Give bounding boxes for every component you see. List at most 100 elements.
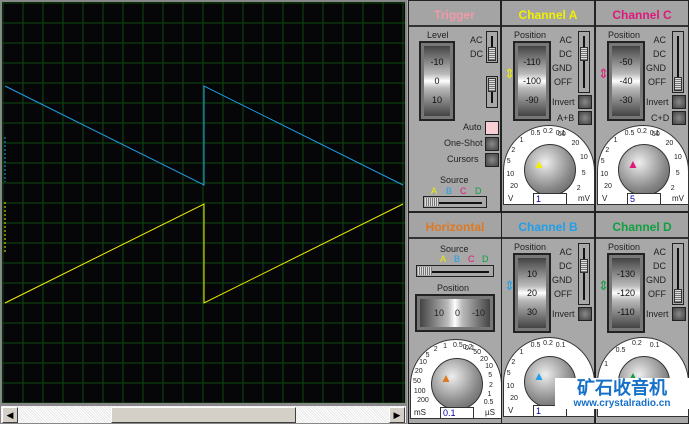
source-c: C (460, 186, 467, 196)
tick: -120 (616, 288, 635, 298)
channel_d-title: Channel D (596, 213, 688, 239)
coupling-label: GND (646, 275, 666, 285)
tick: -100 (522, 76, 541, 86)
dial-label: 20 (510, 183, 518, 191)
channel_a-scale-dial[interactable]: 20 10 5 2 1 0.5 0.2 0.1 50 20 10 5 2 ▲ VmV 1 (503, 125, 595, 205)
channel_c-position-drum[interactable]: -50 -40 -30 (607, 41, 645, 121)
dial-label: 0.5 (483, 399, 494, 407)
trigger-title: Trigger (409, 1, 500, 27)
trigger-edge-switch[interactable] (486, 76, 498, 108)
source-label: Source (440, 175, 469, 185)
watermark: 矿石收音机 www.crystalradio.cn (555, 378, 689, 409)
dial-label: 20 (665, 139, 674, 147)
channel_a-knob[interactable]: ▲ (524, 144, 576, 196)
scroll-left-button[interactable]: ◀ (2, 407, 18, 423)
channel_b-position-drum[interactable]: 10 20 30 (513, 253, 551, 333)
channel_a-position-drum[interactable]: -110 -100 -90 (513, 41, 551, 121)
position-label: Position (437, 283, 470, 293)
dial-label: 0.2 (543, 340, 553, 347)
dial-label: 0.5 (452, 342, 463, 350)
horizontal-source-slider[interactable] (416, 265, 494, 277)
dial-label: 0.1 (649, 341, 660, 349)
coupling-label: AC (559, 35, 572, 45)
scroll-right-button[interactable]: ▶ (389, 407, 405, 423)
watermark-title: 矿石收音机 (577, 378, 667, 398)
invert-button[interactable] (578, 307, 592, 321)
knob-pointer-icon: ▲ (440, 371, 452, 385)
channel_d-position-drum[interactable]: -130 -120 -110 (607, 253, 645, 333)
dial-label: 1 (519, 136, 524, 144)
invert-label: Invert (552, 97, 575, 107)
tick: 0 (434, 76, 440, 86)
dial-label: 50 (651, 130, 660, 138)
dial-label: 50 (557, 130, 566, 138)
invert-label: Invert (646, 97, 669, 107)
invert-label: Invert (552, 309, 575, 319)
source-option: A (440, 254, 447, 264)
horizontal-value-field[interactable]: 0.1 (440, 407, 474, 419)
coupling-switch[interactable] (672, 31, 684, 93)
level-label: Level (427, 30, 449, 40)
cursors-button[interactable] (485, 153, 499, 167)
combine-label: C+D (651, 113, 670, 123)
dial-label: 0.2 (543, 128, 553, 135)
invert-button[interactable] (672, 307, 686, 321)
coupling-label: OFF (554, 289, 572, 299)
trigger-source-slider[interactable] (423, 196, 487, 208)
trigger-panel: Trigger Level -10 0 10 AC DC Auto One-Sh… (408, 0, 501, 212)
tick: 0 (455, 308, 461, 318)
dial-label: 1 (487, 390, 492, 398)
coupling-label: OFF (648, 289, 666, 299)
unit-v: V (602, 194, 608, 203)
horizontal-scrollbar[interactable]: ◀ ▶ (0, 405, 407, 424)
channel_c-title: Channel C (596, 1, 688, 27)
trigger-level-drum[interactable]: -10 0 10 (419, 41, 455, 121)
dial-label: 2 (433, 346, 438, 354)
cursors-label: Cursors (447, 154, 479, 164)
scroll-thumb[interactable] (111, 407, 296, 423)
channel_a-value-field[interactable]: 1 (533, 193, 567, 205)
horizontal-position-drum[interactable]: 10 0 -10 (415, 294, 495, 332)
position-arrows-icon: ⇕ (504, 66, 515, 81)
tick: -40 (619, 76, 633, 86)
combine-button[interactable] (578, 111, 592, 125)
dial-label: 10 (419, 359, 427, 367)
tick: -110 (523, 57, 541, 67)
coupling-switch[interactable] (578, 31, 590, 93)
horizontal-knob[interactable]: ▲ (431, 358, 483, 410)
coupling-label: GND (646, 63, 666, 73)
channel_c-scale-dial[interactable]: 20 10 5 2 1 0.5 0.2 0.1 50 20 10 5 2 ▲ VmV 5 (597, 125, 689, 205)
source-label: Source (440, 244, 469, 254)
tick: 10 (431, 95, 442, 105)
dial-label: 20 (571, 139, 580, 147)
dial-label: 10 (506, 171, 515, 179)
coupling-label: AC (559, 247, 572, 257)
tick: -130 (616, 269, 635, 279)
one-shot-button[interactable] (485, 137, 499, 151)
trigger-coupling-switch[interactable] (486, 31, 498, 63)
dial-label: 5 (675, 169, 680, 177)
channel_b-title: Channel B (502, 213, 594, 239)
dial-label: 2 (576, 185, 581, 193)
horizontal-scale-dial[interactable]: 200 100 50 20 10 5 2 1 0.5 0.2 0.1 50 20 10 5 2 1 0.5 ▲ mS µ… (410, 339, 502, 419)
position-label: Position (608, 30, 641, 40)
unit-mv: mV (672, 194, 684, 203)
coupling-label: GND (552, 275, 572, 285)
channel_c-knob[interactable]: ▲ (618, 144, 670, 196)
tick: 30 (526, 307, 537, 317)
position-arrows-icon: ⇕ (598, 278, 609, 293)
position-label: Position (608, 242, 641, 252)
invert-button[interactable] (672, 95, 686, 109)
unit-mv: mV (578, 194, 590, 203)
dial-label: 0.2 (637, 128, 647, 135)
invert-button[interactable] (578, 95, 592, 109)
coupling-switch[interactable] (672, 243, 684, 305)
coupling-switch[interactable] (578, 243, 590, 305)
auto-button[interactable] (485, 121, 499, 135)
knob-pointer-icon: ▲ (627, 157, 639, 171)
combine-button[interactable] (672, 111, 686, 125)
channel_c-value-field[interactable]: 5 (627, 193, 661, 205)
source-a: A (431, 186, 438, 196)
horizontal-title: Horizontal (409, 213, 501, 239)
dial-label: 0.2 (632, 340, 642, 348)
